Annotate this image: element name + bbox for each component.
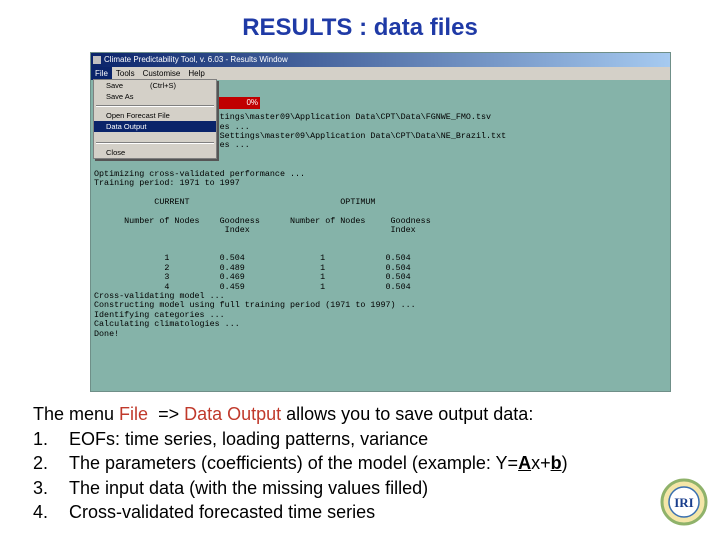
list-item: 1. EOFs: time series, loading patterns, v… bbox=[33, 427, 703, 452]
menu-separator bbox=[96, 105, 214, 107]
iri-logo: IRI bbox=[660, 478, 708, 526]
item-number: 3. bbox=[33, 477, 49, 498]
explanation-text: The menu File => Data Output allows you … bbox=[33, 402, 703, 525]
item-text-post: ) bbox=[561, 453, 568, 473]
menu-item-save-label: Save bbox=[106, 81, 124, 90]
item-text: The input data (with the missing values … bbox=[69, 477, 429, 498]
list-item: 2. The parameters (coefficients) of the m… bbox=[33, 451, 703, 476]
intro-arrow: => bbox=[148, 404, 185, 424]
intro-file: File bbox=[119, 404, 149, 424]
menu-separator bbox=[96, 142, 214, 144]
item-number: 1. bbox=[33, 428, 49, 449]
menu-item-open-forecast[interactable]: Open Forecast File bbox=[94, 110, 216, 121]
logo-text: IRI bbox=[674, 495, 694, 510]
results-window: Climate Predictability Tool, v. 6.03 - R… bbox=[90, 52, 671, 392]
menu-item-save[interactable]: Save (Ctrl+S) bbox=[94, 80, 216, 91]
intro-line: The menu File => Data Output allows you … bbox=[33, 402, 703, 427]
item-text: Cross-validated forecasted time series bbox=[69, 502, 376, 522]
intro-data-output: Data Output bbox=[184, 404, 282, 424]
intro-pre: The menu bbox=[33, 404, 120, 424]
list-item: 4. Cross-validated forecasted time series bbox=[33, 500, 703, 525]
file-menu-dropdown: Save (Ctrl+S) Save As Open Forecast File … bbox=[93, 79, 217, 159]
save-shortcut: (Ctrl+S) bbox=[150, 81, 177, 90]
menu-item-data-output[interactable]: Data Output bbox=[94, 121, 216, 132]
progress-bar: 0% bbox=[215, 97, 260, 109]
item-text-pre: The parameters (coefficients) of the mod… bbox=[69, 453, 519, 473]
item-text: EOFs: time series, loading patterns, var… bbox=[69, 428, 429, 449]
window-title: Climate Predictability Tool, v. 6.03 - R… bbox=[104, 55, 288, 64]
intro-post: allows you to save output data: bbox=[281, 404, 534, 424]
item-text-mid: x+ bbox=[531, 453, 551, 473]
item-number: 4. bbox=[33, 502, 49, 522]
item-number: 2. bbox=[33, 453, 49, 473]
list-item: 3. The input data (with the missing value… bbox=[33, 476, 703, 501]
window-titlebar[interactable]: Climate Predictability Tool, v. 6.03 - R… bbox=[91, 53, 670, 67]
slide-title: RESULTS : data files bbox=[242, 14, 478, 41]
item-text-a: A bbox=[518, 453, 532, 473]
menu-item-save-as[interactable]: Save As bbox=[94, 91, 216, 102]
menu-item-close[interactable]: Close bbox=[94, 147, 216, 158]
app-icon bbox=[93, 56, 101, 64]
item-text-b: b bbox=[550, 453, 562, 473]
